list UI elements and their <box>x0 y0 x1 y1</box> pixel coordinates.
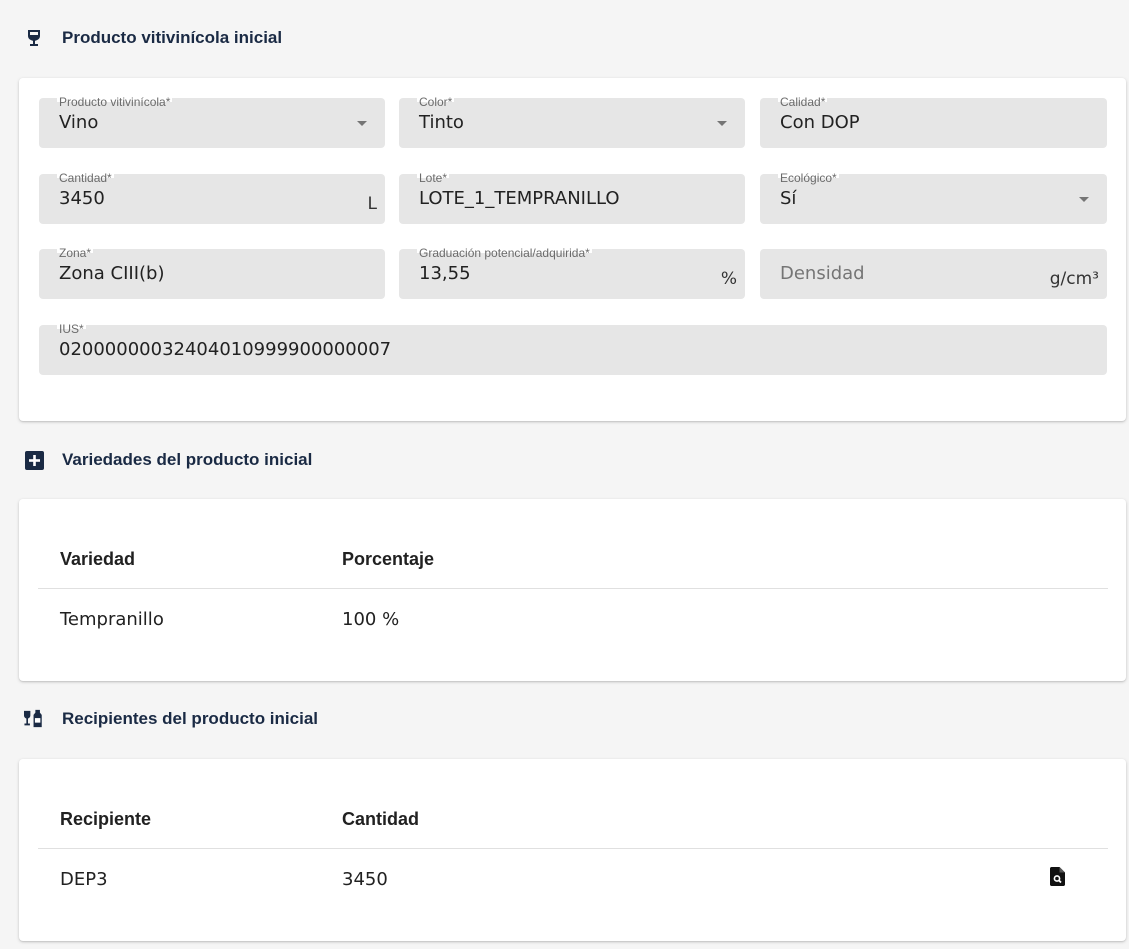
lote-field[interactable]: Lote* LOTE_1_TEMPRANILLO <box>399 171 745 224</box>
ecologico-value: Sí <box>780 188 797 209</box>
chevron-down-icon <box>1079 197 1089 202</box>
zona-field[interactable]: Zona* Zona CIII(b) <box>39 246 385 299</box>
graduacion-field[interactable]: Graduación potencial/adquirida* 13,55 % <box>399 246 745 299</box>
color-select[interactable]: Color* Tinto <box>399 95 745 148</box>
bottles-icon <box>24 709 44 729</box>
column-header-porcentaje: Porcentaje <box>320 532 1108 589</box>
column-header-cantidad: Cantidad <box>320 792 1028 849</box>
ecologico-select[interactable]: Ecológico* Sí <box>760 171 1107 224</box>
graduacion-unit: % <box>720 269 737 289</box>
densidad-unit: g/cm³ <box>1049 269 1099 289</box>
producto-label: Producto vitivinícola* <box>57 95 173 109</box>
chevron-down-icon <box>357 121 367 126</box>
section-header-variedades: Variedades del producto inicial <box>24 450 312 470</box>
densidad-field[interactable]: Densidad g/cm³ <box>760 249 1107 299</box>
cantidad-cell: 3450 <box>342 868 388 890</box>
section-header-recipientes: Recipientes del producto inicial <box>24 709 318 729</box>
color-value: Tinto <box>419 112 464 133</box>
calidad-field[interactable]: Calidad* Con DOP <box>760 95 1107 148</box>
section-title-producto: Producto vitivinícola inicial <box>62 28 283 47</box>
color-label: Color* <box>417 95 455 109</box>
porcentaje-cell: 100 % <box>342 608 400 630</box>
table-header-row: Variedad Porcentaje <box>38 532 1108 589</box>
lote-value: LOTE_1_TEMPRANILLO <box>419 188 620 209</box>
ius-field[interactable]: IUS* 02000000032404010999900000007 <box>39 322 1107 375</box>
recipiente-cell: DEP3 <box>60 868 108 890</box>
table-row: Tempranillo 100 % <box>38 588 1108 650</box>
wine-glass-icon <box>24 28 44 48</box>
recipientes-card: Recipiente Cantidad DEP3 3450 <box>19 759 1126 941</box>
calidad-value: Con DOP <box>780 112 860 133</box>
producto-value: Vino <box>59 112 99 133</box>
calidad-label: Calidad* <box>778 95 828 109</box>
chevron-down-icon <box>717 121 727 126</box>
actions-cell <box>1028 848 1108 910</box>
table-row: DEP3 3450 <box>38 848 1108 910</box>
densidad-placeholder: Densidad <box>780 263 865 284</box>
graduacion-value: 13,55 <box>419 263 471 284</box>
column-header-recipiente: Recipiente <box>38 792 320 849</box>
variedades-table: Variedad Porcentaje Tempranillo 100 % <box>38 532 1108 650</box>
lote-label: Lote* <box>417 171 450 185</box>
recipientes-table: Recipiente Cantidad DEP3 3450 <box>38 792 1108 910</box>
graduacion-label: Graduación potencial/adquirida* <box>417 246 592 260</box>
section-title-recipientes: Recipientes del producto inicial <box>62 709 318 728</box>
ius-value: 02000000032404010999900000007 <box>59 339 392 360</box>
producto-card: Producto vitivinícola* Vino Color* Tinto… <box>19 78 1126 421</box>
ius-label: IUS* <box>57 322 86 336</box>
section-header-producto: Producto vitivinícola inicial <box>24 28 282 48</box>
cantidad-unit: L <box>367 194 377 214</box>
column-header-actions <box>1028 792 1108 849</box>
file-search-icon[interactable] <box>1050 867 1065 887</box>
cantidad-label: Cantidad* <box>57 171 114 185</box>
ecologico-label: Ecológico* <box>778 171 839 185</box>
table-header-row: Recipiente Cantidad <box>38 792 1108 849</box>
section-title-variedades: Variedades del producto inicial <box>62 450 313 469</box>
zona-value: Zona CIII(b) <box>59 263 165 284</box>
column-header-variedad: Variedad <box>38 532 320 589</box>
cantidad-field[interactable]: Cantidad* 3450 L <box>39 171 385 224</box>
cantidad-value: 3450 <box>59 188 105 209</box>
plus-square-icon <box>24 450 44 470</box>
variedades-card: Variedad Porcentaje Tempranillo 100 % <box>19 499 1126 681</box>
producto-select[interactable]: Producto vitivinícola* Vino <box>39 95 385 148</box>
zona-label: Zona* <box>57 246 94 260</box>
variedad-cell: Tempranillo <box>60 608 164 630</box>
